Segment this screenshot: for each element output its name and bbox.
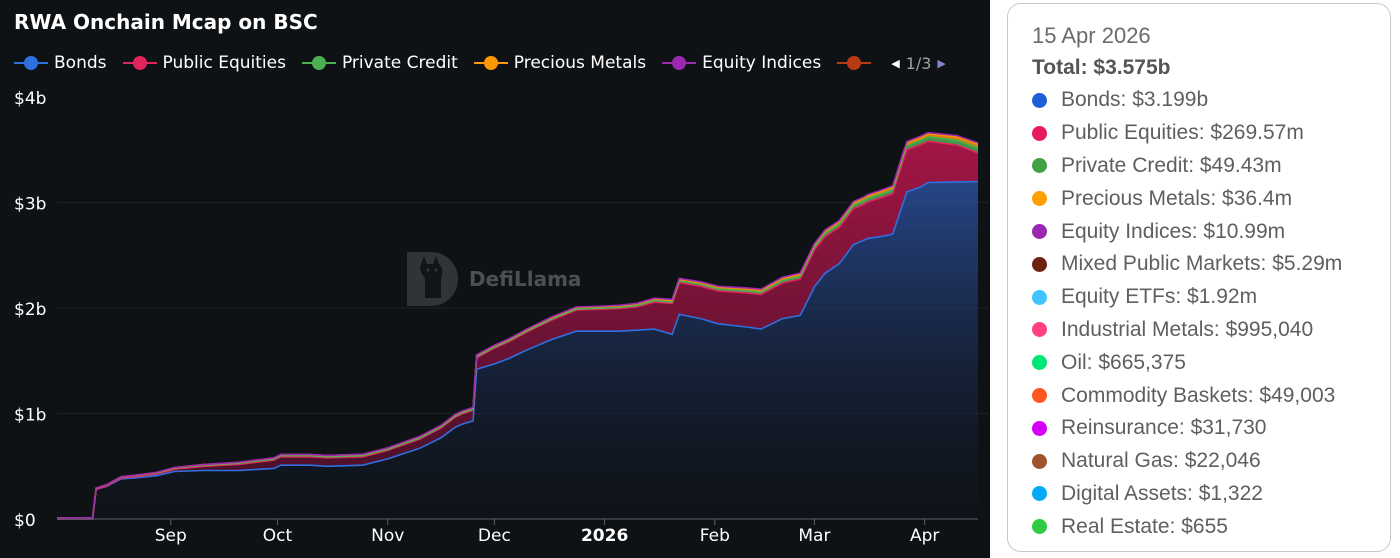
y-tick-label: $1b [14, 406, 46, 426]
tooltip-row-label: Real Estate: $655 [1061, 514, 1228, 538]
tooltip-row-label: Precious Metals: $36.4m [1061, 186, 1293, 210]
x-tick-label: Apr [910, 526, 939, 546]
series-color-dot-icon [1032, 125, 1047, 141]
series-color-dot-icon [1032, 224, 1047, 240]
series-color-dot-icon [1032, 92, 1047, 108]
tooltip-row: Digital Assets: $1,322 [1032, 478, 1390, 511]
tooltip-row-label: Oil: $665,375 [1061, 350, 1186, 374]
tooltip-row-label: Industrial Metals: $995,040 [1061, 317, 1314, 341]
tooltip-row: Public Equities: $269.57m [1032, 117, 1390, 150]
tooltip-row-label: Public Equities: $269.57m [1061, 121, 1304, 145]
series-color-dot-icon [1032, 420, 1047, 436]
series-color-dot-icon [1032, 322, 1047, 338]
series-color-dot-icon [1032, 256, 1047, 272]
tooltip-row-label: Natural Gas: $22,046 [1061, 449, 1261, 473]
tooltip-row-label: Reinsurance: $31,730 [1061, 416, 1267, 440]
x-tick-label: Oct [263, 526, 293, 546]
chart-plot[interactable]: $4b $3b $2b $1b $0 Sep Oct Nov Dec 2026 Feb Mar Apr [0, 0, 990, 558]
tooltip-row: Reinsurance: $31,730 [1032, 412, 1390, 445]
tooltip-row-label: Commodity Baskets: $49,003 [1061, 383, 1336, 407]
tooltip-row-label: Equity ETFs: $1.92m [1061, 285, 1258, 309]
series-color-dot-icon [1032, 519, 1047, 535]
tooltip-row: Bonds: $3.199b [1032, 84, 1390, 117]
tooltip-row: Equity ETFs: $1.92m [1032, 281, 1390, 314]
series-color-dot-icon [1032, 158, 1047, 174]
tooltip-date: 15 Apr 2026 [1032, 23, 1151, 48]
tooltip-row: Industrial Metals: $995,040 [1032, 314, 1390, 347]
tooltip-total: Total: $3.575b [1032, 56, 1171, 79]
x-tick-label: Nov [371, 526, 404, 546]
area-layer [57, 132, 978, 520]
tooltip-row-label: Mixed Public Markets: $5.29m [1061, 252, 1343, 276]
x-tick-label: Mar [798, 526, 830, 546]
series-color-dot-icon [1032, 191, 1047, 207]
tooltip-row-label: Digital Assets: $1,322 [1061, 481, 1263, 505]
series-color-dot-icon [1032, 289, 1047, 305]
tooltip-row-label: Bonds: $3.199b [1061, 88, 1209, 112]
tooltip-panel: 15 Apr 2026 Total: $3.575b Bonds: $3.199… [1007, 3, 1391, 552]
y-tick-label: $0 [14, 511, 36, 531]
tooltip-row: Natural Gas: $22,046 [1032, 445, 1390, 478]
series-color-dot-icon [1032, 355, 1047, 371]
tooltip-row-label: Equity Indices: $10.99m [1061, 219, 1286, 243]
series-color-dot-icon [1032, 453, 1047, 469]
series-color-dot-icon [1032, 388, 1047, 404]
x-tick-label: Sep [155, 526, 187, 546]
tooltip-row: Real Estate: $655 [1032, 510, 1390, 543]
x-tick-label: 2026 [581, 526, 628, 546]
x-tick-label: Feb [700, 526, 730, 546]
tooltip-row: Private Credit: $49.43m [1032, 150, 1390, 183]
y-tick-label: $4b [14, 89, 46, 109]
y-tick-label: $2b [14, 300, 46, 320]
tooltip-row: Precious Metals: $36.4m [1032, 182, 1390, 215]
tooltip-row-label: Private Credit: $49.43m [1061, 153, 1282, 177]
tooltip-row: Equity Indices: $10.99m [1032, 215, 1390, 248]
tooltip-rows: Bonds: $3.199b Public Equities: $269.57m P… [1032, 84, 1390, 543]
tooltip-row: Oil: $665,375 [1032, 346, 1390, 379]
chart-panel: RWA Onchain Mcap on BSC Bonds Public Equ… [0, 0, 990, 558]
tooltip-row: Commodity Baskets: $49,003 [1032, 379, 1390, 412]
y-tick-label: $3b [14, 195, 46, 215]
x-tick-label: Dec [478, 526, 511, 546]
tooltip-row: Mixed Public Markets: $5.29m [1032, 248, 1390, 281]
series-color-dot-icon [1032, 486, 1047, 502]
